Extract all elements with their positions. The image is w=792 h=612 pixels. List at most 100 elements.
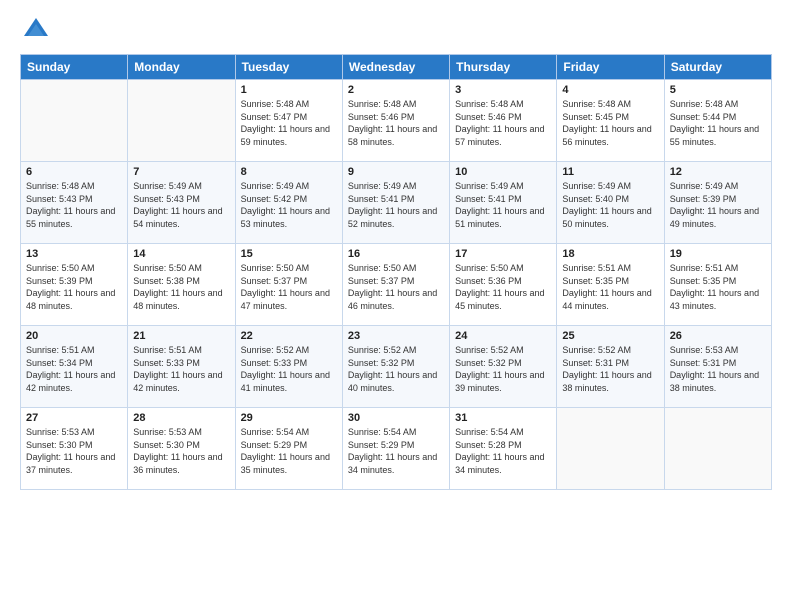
day-number: 31 xyxy=(455,412,551,424)
day-detail: Sunrise: 5:49 AMSunset: 5:40 PMDaylight:… xyxy=(562,180,658,230)
day-number: 24 xyxy=(455,330,551,342)
calendar-cell: 8 Sunrise: 5:49 AMSunset: 5:42 PMDaylight… xyxy=(235,162,342,244)
calendar-cell: 18 Sunrise: 5:51 AMSunset: 5:35 PMDayligh… xyxy=(557,244,664,326)
day-number: 10 xyxy=(455,166,551,178)
day-detail: Sunrise: 5:50 AMSunset: 5:39 PMDaylight:… xyxy=(26,262,122,312)
day-number: 25 xyxy=(562,330,658,342)
calendar-cell: 5 Sunrise: 5:48 AMSunset: 5:44 PMDaylight… xyxy=(664,80,771,162)
day-number: 14 xyxy=(133,248,229,260)
day-detail: Sunrise: 5:50 AMSunset: 5:37 PMDaylight:… xyxy=(348,262,444,312)
day-number: 2 xyxy=(348,84,444,96)
day-number: 23 xyxy=(348,330,444,342)
calendar-cell xyxy=(557,408,664,490)
calendar-cell: 14 Sunrise: 5:50 AMSunset: 5:38 PMDayligh… xyxy=(128,244,235,326)
day-number: 28 xyxy=(133,412,229,424)
calendar-cell: 17 Sunrise: 5:50 AMSunset: 5:36 PMDayligh… xyxy=(450,244,557,326)
header xyxy=(20,16,772,44)
week-row: 13 Sunrise: 5:50 AMSunset: 5:39 PMDayligh… xyxy=(21,244,772,326)
calendar-table: SundayMondayTuesdayWednesdayThursdayFrid… xyxy=(20,54,772,490)
calendar-cell: 11 Sunrise: 5:49 AMSunset: 5:40 PMDayligh… xyxy=(557,162,664,244)
day-number: 21 xyxy=(133,330,229,342)
day-detail: Sunrise: 5:52 AMSunset: 5:31 PMDaylight:… xyxy=(562,344,658,394)
calendar-cell xyxy=(128,80,235,162)
day-detail: Sunrise: 5:49 AMSunset: 5:43 PMDaylight:… xyxy=(133,180,229,230)
day-header: Wednesday xyxy=(342,55,449,80)
day-detail: Sunrise: 5:48 AMSunset: 5:47 PMDaylight:… xyxy=(241,98,337,148)
day-number: 26 xyxy=(670,330,766,342)
day-number: 11 xyxy=(562,166,658,178)
day-detail: Sunrise: 5:51 AMSunset: 5:35 PMDaylight:… xyxy=(562,262,658,312)
day-detail: Sunrise: 5:48 AMSunset: 5:44 PMDaylight:… xyxy=(670,98,766,148)
calendar-cell: 13 Sunrise: 5:50 AMSunset: 5:39 PMDayligh… xyxy=(21,244,128,326)
day-number: 20 xyxy=(26,330,122,342)
day-number: 8 xyxy=(241,166,337,178)
day-detail: Sunrise: 5:52 AMSunset: 5:33 PMDaylight:… xyxy=(241,344,337,394)
calendar-cell: 31 Sunrise: 5:54 AMSunset: 5:28 PMDayligh… xyxy=(450,408,557,490)
calendar-cell: 28 Sunrise: 5:53 AMSunset: 5:30 PMDayligh… xyxy=(128,408,235,490)
week-row: 27 Sunrise: 5:53 AMSunset: 5:30 PMDayligh… xyxy=(21,408,772,490)
day-detail: Sunrise: 5:50 AMSunset: 5:38 PMDaylight:… xyxy=(133,262,229,312)
day-number: 3 xyxy=(455,84,551,96)
day-detail: Sunrise: 5:53 AMSunset: 5:31 PMDaylight:… xyxy=(670,344,766,394)
day-detail: Sunrise: 5:54 AMSunset: 5:28 PMDaylight:… xyxy=(455,426,551,476)
day-number: 5 xyxy=(670,84,766,96)
calendar-page: SundayMondayTuesdayWednesdayThursdayFrid… xyxy=(0,0,792,612)
day-number: 22 xyxy=(241,330,337,342)
calendar-cell: 9 Sunrise: 5:49 AMSunset: 5:41 PMDaylight… xyxy=(342,162,449,244)
calendar-cell: 10Sunrise: 5:49 AMSunset: 5:41 PMDayligh… xyxy=(450,162,557,244)
logo-icon xyxy=(22,16,50,44)
day-number: 7 xyxy=(133,166,229,178)
day-detail: Sunrise: 5:48 AMSunset: 5:43 PMDaylight:… xyxy=(26,180,122,230)
day-detail: Sunrise: 5:50 AMSunset: 5:36 PMDaylight:… xyxy=(455,262,551,312)
header-row: SundayMondayTuesdayWednesdayThursdayFrid… xyxy=(21,55,772,80)
day-detail: Sunrise: 5:50 AMSunset: 5:37 PMDaylight:… xyxy=(241,262,337,312)
week-row: 6 Sunrise: 5:48 AMSunset: 5:43 PMDaylight… xyxy=(21,162,772,244)
logo xyxy=(20,16,50,44)
day-number: 17 xyxy=(455,248,551,260)
day-detail: Sunrise: 5:48 AMSunset: 5:45 PMDaylight:… xyxy=(562,98,658,148)
day-header: Sunday xyxy=(21,55,128,80)
day-detail: Sunrise: 5:49 AMSunset: 5:42 PMDaylight:… xyxy=(241,180,337,230)
day-detail: Sunrise: 5:52 AMSunset: 5:32 PMDaylight:… xyxy=(348,344,444,394)
calendar-cell xyxy=(664,408,771,490)
day-number: 4 xyxy=(562,84,658,96)
calendar-cell: 23 Sunrise: 5:52 AMSunset: 5:32 PMDayligh… xyxy=(342,326,449,408)
calendar-cell: 26 Sunrise: 5:53 AMSunset: 5:31 PMDayligh… xyxy=(664,326,771,408)
day-detail: Sunrise: 5:49 AMSunset: 5:41 PMDaylight:… xyxy=(348,180,444,230)
day-number: 13 xyxy=(26,248,122,260)
week-row: 1 Sunrise: 5:48 AMSunset: 5:47 PMDaylight… xyxy=(21,80,772,162)
calendar-cell: 21 Sunrise: 5:51 AMSunset: 5:33 PMDayligh… xyxy=(128,326,235,408)
calendar-cell: 7 Sunrise: 5:49 AMSunset: 5:43 PMDaylight… xyxy=(128,162,235,244)
day-number: 15 xyxy=(241,248,337,260)
calendar-cell: 27Sunrise: 5:53 AMSunset: 5:30 PMDayligh… xyxy=(21,408,128,490)
day-detail: Sunrise: 5:54 AMSunset: 5:29 PMDaylight:… xyxy=(348,426,444,476)
calendar-cell: 25 Sunrise: 5:52 AMSunset: 5:31 PMDayligh… xyxy=(557,326,664,408)
day-number: 27 xyxy=(26,412,122,424)
calendar-cell: 20 Sunrise: 5:51 AMSunset: 5:34 PMDayligh… xyxy=(21,326,128,408)
day-header: Saturday xyxy=(664,55,771,80)
day-number: 1 xyxy=(241,84,337,96)
week-row: 20 Sunrise: 5:51 AMSunset: 5:34 PMDayligh… xyxy=(21,326,772,408)
day-detail: Sunrise: 5:48 AMSunset: 5:46 PMDaylight:… xyxy=(348,98,444,148)
day-detail: Sunrise: 5:48 AMSunset: 5:46 PMDaylight:… xyxy=(455,98,551,148)
day-number: 6 xyxy=(26,166,122,178)
calendar-cell: 6 Sunrise: 5:48 AMSunset: 5:43 PMDaylight… xyxy=(21,162,128,244)
day-detail: Sunrise: 5:51 AMSunset: 5:34 PMDaylight:… xyxy=(26,344,122,394)
day-number: 30 xyxy=(348,412,444,424)
calendar-cell: 12 Sunrise: 5:49 AMSunset: 5:39 PMDayligh… xyxy=(664,162,771,244)
day-number: 9 xyxy=(348,166,444,178)
day-header: Thursday xyxy=(450,55,557,80)
calendar-cell: 3 Sunrise: 5:48 AMSunset: 5:46 PMDaylight… xyxy=(450,80,557,162)
day-detail: Sunrise: 5:49 AMSunset: 5:39 PMDaylight:… xyxy=(670,180,766,230)
day-detail: Sunrise: 5:51 AMSunset: 5:33 PMDaylight:… xyxy=(133,344,229,394)
day-detail: Sunrise: 5:53 AMSunset: 5:30 PMDaylight:… xyxy=(133,426,229,476)
day-number: 12 xyxy=(670,166,766,178)
day-detail: Sunrise: 5:52 AMSunset: 5:32 PMDaylight:… xyxy=(455,344,551,394)
day-detail: Sunrise: 5:51 AMSunset: 5:35 PMDaylight:… xyxy=(670,262,766,312)
calendar-cell: 15 Sunrise: 5:50 AMSunset: 5:37 PMDayligh… xyxy=(235,244,342,326)
day-detail: Sunrise: 5:54 AMSunset: 5:29 PMDaylight:… xyxy=(241,426,337,476)
calendar-cell: 19Sunrise: 5:51 AMSunset: 5:35 PMDayligh… xyxy=(664,244,771,326)
day-header: Tuesday xyxy=(235,55,342,80)
day-number: 18 xyxy=(562,248,658,260)
day-number: 29 xyxy=(241,412,337,424)
